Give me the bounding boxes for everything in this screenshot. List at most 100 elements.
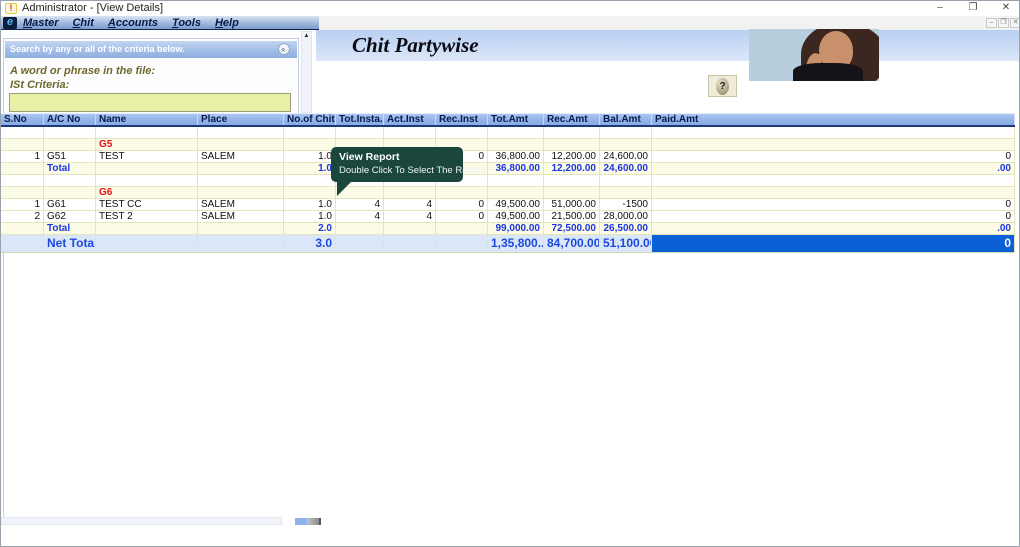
cell-sno bbox=[1, 127, 44, 138]
cell-paidamt: 0 bbox=[652, 199, 1015, 210]
cell-paidamt bbox=[652, 175, 1015, 186]
scroll-up-icon[interactable]: ▲ bbox=[302, 32, 311, 41]
window-title: Administrator - [View Details] bbox=[22, 2, 163, 14]
maximize-button[interactable]: ❐ bbox=[959, 1, 987, 15]
scrollbar-thumb-gray bbox=[307, 518, 321, 525]
collapse-chevron-icon[interactable]: « bbox=[278, 43, 290, 55]
menu-item-accounts[interactable]: Accounts bbox=[108, 17, 158, 29]
cell-sno: 1 bbox=[1, 151, 44, 162]
cell-totinsta bbox=[336, 235, 384, 252]
cell-recinst bbox=[436, 187, 488, 198]
cell-balamt bbox=[600, 187, 652, 198]
cell-paidamt bbox=[652, 139, 1015, 150]
column-header-balamt[interactable]: Bal.Amt bbox=[600, 114, 652, 125]
grid-body: G5 1 G51 TEST SALEM 1.0 0 36,800.00 12,2… bbox=[1, 127, 1015, 253]
cell-acno: Net Total bbox=[44, 235, 96, 252]
table-row[interactable]: 1 G61 TEST CC SALEM 1.0 4 4 0 49,500.00 … bbox=[1, 199, 1015, 211]
column-header-chits[interactable]: No.of Chits bbox=[284, 114, 336, 125]
cell-chits: 1.0 bbox=[284, 199, 336, 210]
close-button[interactable]: ✕ bbox=[992, 1, 1020, 15]
cell-name bbox=[96, 175, 198, 186]
cell-acno: G51 bbox=[44, 151, 96, 162]
horizontal-scrollbar-thumb[interactable] bbox=[295, 518, 321, 525]
cell-recinst: 0 bbox=[436, 199, 488, 210]
cell-recinst bbox=[436, 223, 488, 234]
cell-place bbox=[198, 127, 284, 138]
cell-sno: 2 bbox=[1, 211, 44, 222]
table-row[interactable]: G6 bbox=[1, 187, 1015, 199]
cell-actinst: 4 bbox=[384, 199, 436, 210]
mdi-restore-button[interactable]: ❐ bbox=[998, 18, 1009, 28]
table-row[interactable]: Net Total 3.0 1,35,800.... 84,700.00 51,… bbox=[1, 235, 1015, 253]
cell-acno bbox=[44, 187, 96, 198]
cell-name: TEST 2 bbox=[96, 211, 198, 222]
search-panel-header[interactable]: Search by any or all of the criteria bel… bbox=[5, 41, 297, 58]
column-header-name[interactable]: Name bbox=[96, 114, 198, 125]
cell-name bbox=[96, 163, 198, 174]
table-row[interactable] bbox=[1, 175, 1015, 187]
cell-recamt: 21,500.00 bbox=[544, 211, 600, 222]
menu-item-chit[interactable]: Chit bbox=[72, 17, 93, 29]
data-grid: S.No A/C No Name Place No.of Chits Tot.I… bbox=[1, 113, 1015, 253]
criteria-input[interactable] bbox=[9, 93, 291, 112]
cell-balamt: 24,600.00 bbox=[600, 163, 652, 174]
menu-item-master[interactable]: Master bbox=[23, 17, 58, 29]
column-header-acno[interactable]: A/C No bbox=[44, 114, 96, 125]
cell-acno bbox=[44, 175, 96, 186]
cell-chits bbox=[284, 187, 336, 198]
cell-sno bbox=[1, 235, 44, 252]
menu-item-tools[interactable]: Tools bbox=[172, 17, 201, 29]
horizontal-scrollbar-track[interactable] bbox=[1, 517, 282, 525]
table-row[interactable]: 2 G62 TEST 2 SALEM 1.0 4 4 0 49,500.00 2… bbox=[1, 211, 1015, 223]
cell-sno bbox=[1, 163, 44, 174]
help-button[interactable]: ? bbox=[708, 75, 737, 97]
cell-sno bbox=[1, 223, 44, 234]
table-row[interactable]: Total 2.0 99,000.00 72,500.00 26,500.00 … bbox=[1, 223, 1015, 235]
column-header-recinst[interactable]: Rec.Inst bbox=[436, 114, 488, 125]
cell-paidamt: 0 bbox=[652, 151, 1015, 162]
cell-name: G6 bbox=[96, 187, 198, 198]
column-header-totamt[interactable]: Tot.Amt bbox=[488, 114, 544, 125]
vertical-scrollbar[interactable]: ▲ bbox=[301, 31, 312, 113]
photo-shirt-shape bbox=[793, 63, 863, 81]
cell-paidamt: .00 bbox=[652, 163, 1015, 174]
table-row[interactable]: Total 1.0 36,800.00 12,200.00 24,600.00 … bbox=[1, 163, 1015, 175]
cell-totinsta bbox=[336, 127, 384, 138]
cell-totamt: 49,500.00 bbox=[488, 199, 544, 210]
column-header-totinsta[interactable]: Tot.Insta... bbox=[336, 114, 384, 125]
mdi-close-button[interactable]: ✕ bbox=[1010, 18, 1020, 28]
cell-place bbox=[198, 235, 284, 252]
cell-paidamt: .00 bbox=[652, 223, 1015, 234]
cell-totinsta bbox=[336, 223, 384, 234]
cell-balamt: 51,100.00 bbox=[600, 235, 652, 252]
column-header-actinst[interactable]: Act.Inst bbox=[384, 114, 436, 125]
cell-actinst bbox=[384, 235, 436, 252]
tooltip-subtitle: Double Click To Select The Record bbox=[339, 165, 455, 176]
column-header-paidamt[interactable]: Paid.Amt bbox=[652, 114, 1015, 125]
cell-totamt: 99,000.00 bbox=[488, 223, 544, 234]
column-header-recamt[interactable]: Rec.Amt bbox=[544, 114, 600, 125]
menu-item-help[interactable]: Help bbox=[215, 17, 239, 29]
table-row[interactable]: G5 bbox=[1, 139, 1015, 151]
table-row[interactable] bbox=[1, 127, 1015, 139]
cell-recamt bbox=[544, 139, 600, 150]
cell-actinst: 4 bbox=[384, 211, 436, 222]
cell-place bbox=[198, 223, 284, 234]
column-header-place[interactable]: Place bbox=[198, 114, 284, 125]
cell-totamt bbox=[488, 187, 544, 198]
cell-recinst: 0 bbox=[436, 211, 488, 222]
cell-name: TEST CC bbox=[96, 199, 198, 210]
cell-totamt bbox=[488, 127, 544, 138]
table-row[interactable]: 1 G51 TEST SALEM 1.0 0 36,800.00 12,200.… bbox=[1, 151, 1015, 163]
cell-actinst bbox=[384, 127, 436, 138]
column-header-sno[interactable]: S.No bbox=[1, 114, 44, 125]
cell-recamt bbox=[544, 127, 600, 138]
cell-paidamt bbox=[652, 187, 1015, 198]
cell-chits: 1.0 bbox=[284, 211, 336, 222]
cell-place bbox=[198, 139, 284, 150]
cell-place bbox=[198, 163, 284, 174]
mdi-minimize-button[interactable]: – bbox=[986, 18, 997, 28]
minimize-button[interactable]: – bbox=[926, 1, 954, 15]
cell-actinst bbox=[384, 187, 436, 198]
app-logo-icon: e bbox=[3, 17, 17, 29]
